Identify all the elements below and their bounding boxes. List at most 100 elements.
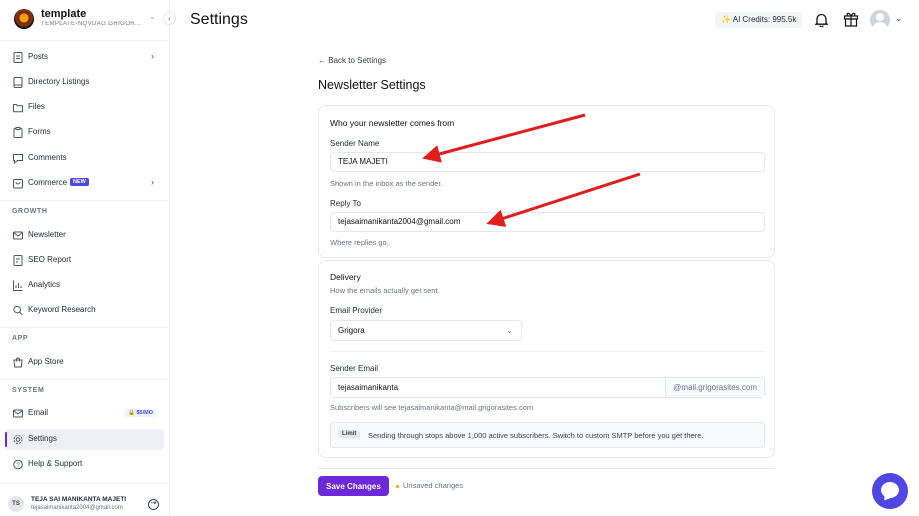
sidebar-divider xyxy=(0,40,170,41)
avatar: TS xyxy=(8,496,24,512)
price-badge-text: $5/MO xyxy=(136,410,153,416)
sidebar-divider xyxy=(0,483,170,484)
sidebar-item-posts[interactable]: Posts › xyxy=(5,47,164,68)
back-link-text: Back to Settings xyxy=(328,56,387,65)
section-label-system: SYSTEM xyxy=(12,387,45,394)
mail-icon xyxy=(13,231,23,240)
logout-icon[interactable]: ⇥ xyxy=(148,499,159,510)
sparkle-icon: ✨ xyxy=(721,15,731,24)
section-label-growth: GROWTH xyxy=(12,208,48,215)
user-email: tejasaimanikanta2004@gmail.com xyxy=(31,505,123,511)
sidebar-item-label: App Store xyxy=(28,357,64,366)
chevron-right-icon: › xyxy=(151,177,154,187)
sidebar-item-label: Forms xyxy=(28,127,51,136)
page-title: Settings xyxy=(190,11,248,28)
email-provider-value: Grigora xyxy=(338,326,365,335)
card-heading: Delivery xyxy=(330,272,361,282)
unsaved-changes-indicator: Unsaved changes xyxy=(396,481,463,490)
sidebar-item-comments[interactable]: Comments xyxy=(5,148,164,169)
sidebar-item-label: Settings xyxy=(28,434,57,443)
sidebar-item-forms[interactable]: Forms xyxy=(5,122,164,143)
chevron-down-icon[interactable]: ⌄ xyxy=(895,13,903,24)
collapse-sidebar-button[interactable]: ‹ xyxy=(163,12,176,25)
save-changes-button[interactable]: Save Changes xyxy=(318,476,389,496)
sender-name-input[interactable]: TEJA MAJETI xyxy=(330,152,765,172)
sender-email-label: Sender Email xyxy=(330,364,379,373)
sidebar-item-label: Commerce xyxy=(28,178,68,187)
reply-to-label: Reply To xyxy=(330,199,361,208)
bell-icon[interactable] xyxy=(815,13,828,27)
section-label-app: APP xyxy=(12,335,29,342)
ai-credits-badge[interactable]: ✨ AI Credits: 995.5k xyxy=(715,12,803,28)
report-icon xyxy=(13,255,23,266)
sidebar-item-files[interactable]: Files xyxy=(5,97,164,118)
user-avatar[interactable] xyxy=(870,10,890,30)
sidebar-divider xyxy=(0,327,170,328)
limit-message: Sending through stops above 1,000 active… xyxy=(368,431,704,440)
card-subheading: How the emails actually get sent. xyxy=(330,286,440,295)
footer-divider xyxy=(318,468,775,469)
sidebar-item-settings[interactable]: Settings xyxy=(5,429,164,450)
sidebar-item-newsletter[interactable]: Newsletter xyxy=(5,225,164,246)
sidebar-item-label: Email xyxy=(28,408,49,417)
gift-icon[interactable] xyxy=(843,11,859,27)
sender-email-input[interactable]: tejasaimanikanta xyxy=(338,378,398,397)
cart-icon xyxy=(13,179,23,189)
sidebar-item-email[interactable]: Email 🔒 $5/MO xyxy=(5,403,164,424)
sidebar-item-app-store[interactable]: App Store xyxy=(5,352,164,373)
delivery-card: Delivery How the emails actually get sen… xyxy=(318,260,775,458)
email-provider-select[interactable]: Grigora ⌄ xyxy=(330,320,522,341)
section-title: Newsletter Settings xyxy=(318,78,426,92)
ai-credits-text: AI Credits: 995.5k xyxy=(732,15,797,24)
card-heading: Who your newsletter comes from xyxy=(330,118,455,128)
document-icon xyxy=(13,52,23,63)
sidebar-item-label: Files xyxy=(28,102,45,111)
store-icon xyxy=(13,357,23,368)
chat-icon[interactable] xyxy=(872,473,908,509)
reply-to-hint: Where replies go. xyxy=(330,238,389,247)
sidebar-item-label: Newsletter xyxy=(28,230,66,239)
sidebar-item-help-support[interactable]: ? Help & Support xyxy=(5,454,164,475)
limit-tag: Limit xyxy=(338,430,361,438)
clipboard-icon xyxy=(13,127,23,138)
workspace-slug: TEMPLATE-NQVDAG.GRIGOR... xyxy=(41,21,141,27)
sidebar: template TEMPLATE-NQVDAG.GRIGOR... ⌄ Pos… xyxy=(0,0,170,516)
sidebar-item-keyword-research[interactable]: Keyword Research xyxy=(5,300,164,321)
price-badge: 🔒 $5/MO xyxy=(125,409,156,417)
search-icon xyxy=(13,305,23,316)
arrow-left-icon: ← xyxy=(318,56,326,65)
sender-name-hint: Shown in the inbox as the sender. xyxy=(330,179,443,188)
reply-to-input[interactable]: tejasaimanikanta2004@gmail.com xyxy=(330,212,765,232)
comment-icon xyxy=(13,154,23,164)
sidebar-item-analytics[interactable]: Analytics xyxy=(5,275,164,296)
back-link[interactable]: ← Back to Settings xyxy=(318,56,386,65)
sidebar-item-seo-report[interactable]: SEO Report xyxy=(5,250,164,271)
email-provider-label: Email Provider xyxy=(330,306,383,315)
sidebar-item-label: Analytics xyxy=(28,280,61,289)
sidebar-divider xyxy=(0,200,170,201)
book-icon xyxy=(13,77,23,88)
analytics-icon xyxy=(13,280,23,291)
sender-email-hint: Subscribers will see tejasaimanikanta@ma… xyxy=(330,403,534,412)
sidebar-item-label: SEO Report xyxy=(28,255,72,264)
sidebar-item-label: Posts xyxy=(28,52,49,61)
sender-email-domain: @mail.grigorasites.com xyxy=(665,378,764,397)
mail-icon xyxy=(13,409,23,418)
sender-email-field[interactable]: tejasaimanikanta @mail.grigorasites.com xyxy=(330,377,765,398)
chevron-updown-icon: ⌄ xyxy=(149,12,156,21)
sidebar-item-label: Help & Support xyxy=(28,459,83,468)
sender-name-label: Sender Name xyxy=(330,139,380,148)
user-name: TEJA SAI MANIKANTA MAJETI xyxy=(31,496,127,503)
workspace-logo xyxy=(14,9,34,29)
sender-card: Who your newsletter comes from Sender Na… xyxy=(318,105,775,258)
workspace-name: template xyxy=(41,8,87,20)
workspace-switcher[interactable]: template TEMPLATE-NQVDAG.GRIGOR... ⌄ xyxy=(14,8,164,31)
sidebar-item-directory-listings[interactable]: Directory Listings xyxy=(5,72,164,93)
folder-icon xyxy=(13,104,23,113)
sidebar-item-commerce[interactable]: Commerce NEW › xyxy=(5,173,164,194)
gear-icon xyxy=(13,435,23,444)
divider xyxy=(330,351,765,352)
sidebar-item-label: Directory Listings xyxy=(28,77,90,86)
sidebar-item-label: Keyword Research xyxy=(28,305,96,314)
new-badge: NEW xyxy=(70,178,89,186)
